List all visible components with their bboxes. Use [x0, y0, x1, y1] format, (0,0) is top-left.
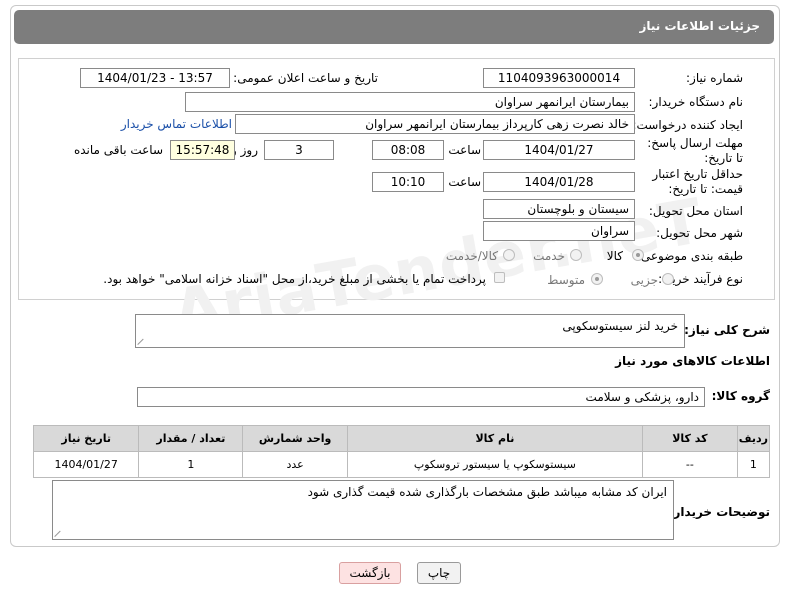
treasury-payment-checkbox[interactable] — [494, 272, 505, 283]
col-qty-header: تعداد / مقدار — [138, 425, 244, 452]
city-field: سراوان — [483, 221, 635, 241]
cell-date: 1404/01/27 — [32, 451, 140, 478]
col-code-header: کد کالا — [641, 425, 738, 452]
category-goods-label: کالا — [606, 249, 623, 263]
process-partial-radio[interactable] — [662, 273, 674, 285]
buyer-org-field: بیمارستان ایرانمهر سراوان — [185, 92, 635, 112]
cell-name: سیستوسکوپ یا سیستور تروسکوپ — [346, 451, 643, 478]
col-date-header: تاریخ نیاز — [32, 425, 140, 452]
cell-qty: 1 — [138, 451, 244, 478]
category-service-label: خدمت — [533, 249, 565, 263]
days-label: روز و — [231, 143, 258, 157]
contact-info-link[interactable]: اطلاعات تماس خریدار — [121, 117, 232, 131]
category-goods-radio[interactable] — [632, 249, 644, 261]
title-bar: جزئیات اطلاعات نیاز — [14, 10, 774, 44]
cell-row: 1 — [736, 451, 771, 478]
summary-label: شرح کلی نیاز: — [684, 323, 770, 337]
price-validity-time-field: 10:10 — [372, 172, 444, 192]
goods-table-header: ردیف کد کالا نام کالا واحد شمارش تعداد /… — [32, 425, 771, 452]
reply-deadline-label: مهلت ارسال پاسخ: تا تاریخ: — [647, 136, 743, 165]
price-validity-label: حداقل تاریخ اعتبار قیمت: تا تاریخ: — [652, 167, 743, 196]
creator-field: خالد نصرت زهی کارپرداز بیمارستان ایرانمه… — [235, 114, 635, 134]
resize-grip-icon[interactable] — [138, 337, 146, 345]
cell-code: -- — [641, 451, 738, 478]
days-remaining-field: 3 — [264, 140, 334, 160]
category-label: طبقه بندی موضوعی: — [636, 249, 743, 263]
table-row: 1 -- سیستوسکوپ یا سیستور تروسکوپ عدد 1 1… — [32, 451, 771, 478]
price-validity-date-field: 1404/01/28 — [483, 172, 635, 192]
page-title: جزئیات اطلاعات نیاز — [639, 19, 760, 33]
cell-unit: عدد — [242, 451, 348, 478]
buyer-notes-label: توضیحات خریدار: — [668, 505, 770, 519]
need-number-field: 1104093963000014 — [483, 68, 635, 88]
buyer-notes-text: ایران کد مشابه میباشد طبق مشخصات بارگذار… — [307, 485, 667, 499]
announce-date-field: 1404/01/23 - 13:57 — [80, 68, 230, 88]
process-medium-label: متوسط — [547, 273, 585, 287]
city-label: شهر محل تحویل: — [656, 226, 743, 240]
print-button[interactable]: چاپ — [417, 562, 461, 584]
col-name-header: نام کالا — [346, 425, 643, 452]
remaining-time-field: 15:57:48 — [170, 140, 235, 160]
price-validity-time-label: ساعت — [448, 175, 481, 189]
buyer-notes-textarea[interactable]: ایران کد مشابه میباشد طبق مشخصات بارگذار… — [52, 480, 674, 540]
goods-group-label: گروه کالا: — [711, 389, 770, 403]
province-field: سیستان و بلوچستان — [483, 199, 635, 219]
category-both-radio[interactable] — [503, 249, 515, 261]
buyer-org-label: نام دستگاه خریدار: — [648, 95, 744, 109]
summary-textarea[interactable]: خرید لنز سیستوسکوپی — [135, 314, 685, 348]
back-button[interactable]: بازگشت — [339, 562, 401, 584]
category-both-label: کالا/خدمت — [445, 249, 498, 263]
reply-time-field: 08:08 — [372, 140, 444, 160]
remaining-time-label: ساعت باقی مانده — [73, 143, 163, 157]
announce-date-label: تاریخ و ساعت اعلان عمومی: — [233, 71, 378, 85]
process-medium-radio[interactable] — [591, 273, 603, 285]
need-number-label: شماره نیاز: — [686, 71, 743, 85]
goods-section-title: اطلاعات کالاهای مورد نیاز — [615, 354, 770, 368]
creator-label: ایجاد کننده درخواست: — [632, 118, 743, 132]
category-service-radio[interactable] — [570, 249, 582, 261]
resize-grip-icon[interactable] — [55, 529, 63, 537]
treasury-payment-note: پرداخت تمام یا بخشی از مبلغ خرید،از محل … — [103, 272, 486, 286]
summary-text: خرید لنز سیستوسکوپی — [562, 319, 678, 333]
goods-group-field: دارو، پزشکی و سلامت — [137, 387, 705, 407]
col-unit-header: واحد شمارش — [242, 425, 348, 452]
process-partial-label: جزیی — [630, 273, 658, 287]
col-row-header: ردیف — [736, 425, 771, 452]
province-label: استان محل تحویل: — [648, 204, 743, 218]
reply-date-field: 1404/01/27 — [483, 140, 635, 160]
reply-time-label: ساعت — [448, 143, 481, 157]
goods-table: ردیف کد کالا نام کالا واحد شمارش تعداد /… — [32, 425, 771, 478]
